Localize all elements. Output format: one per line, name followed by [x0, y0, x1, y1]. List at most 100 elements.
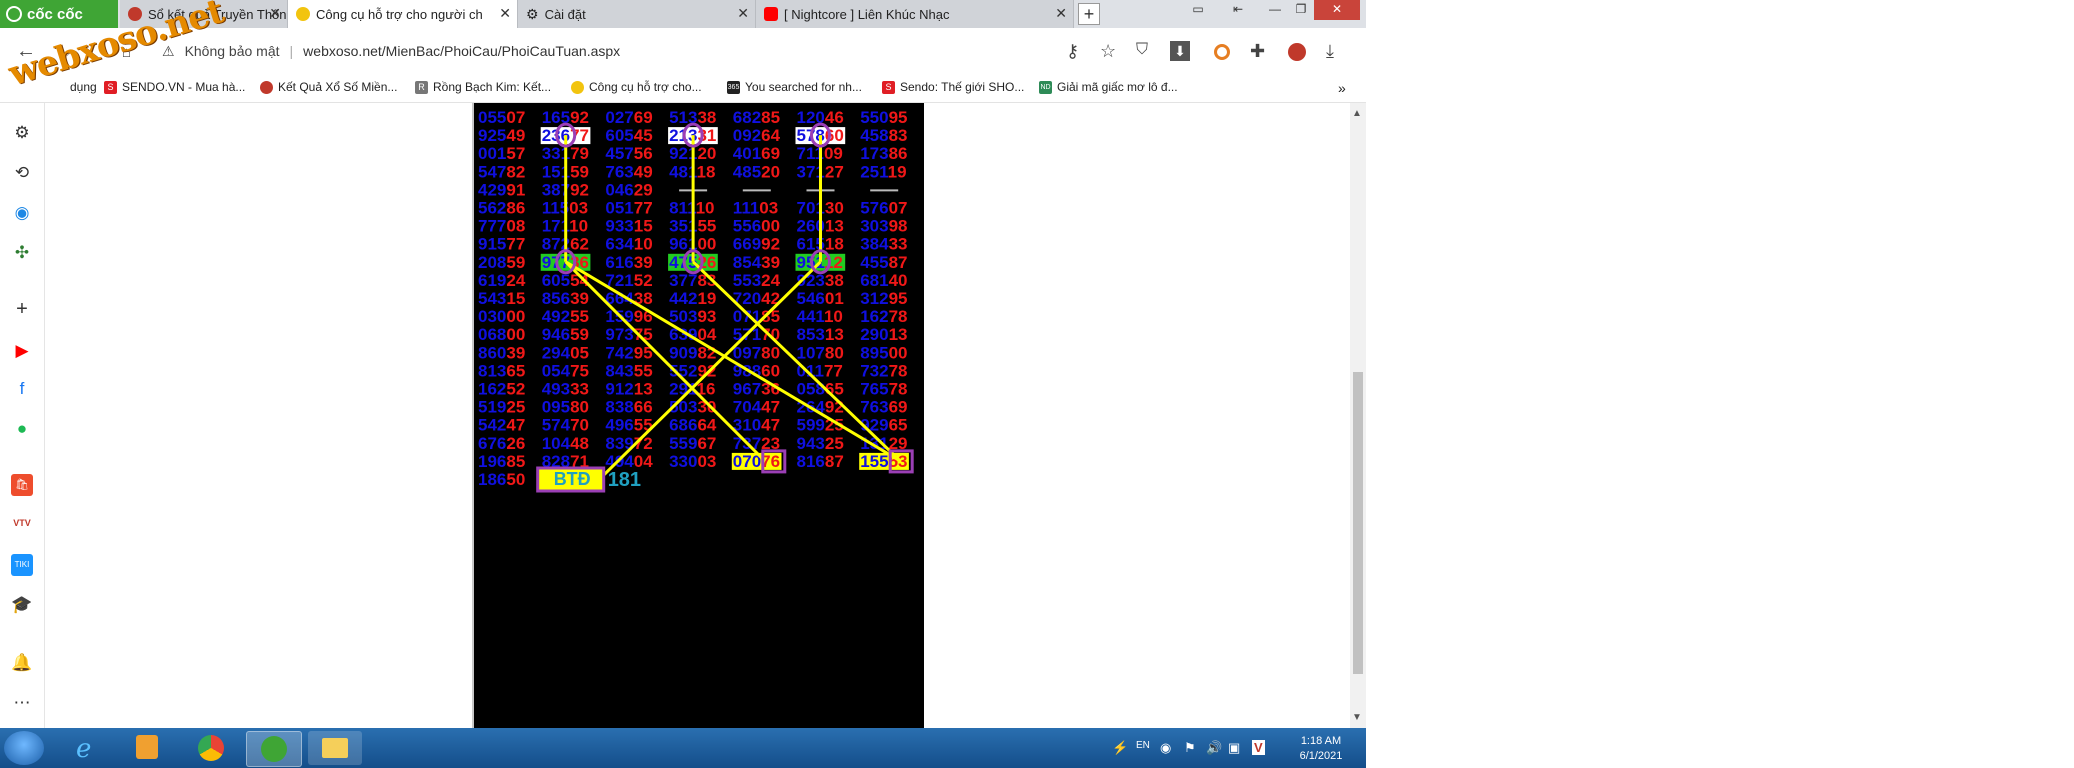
board-number: 45587 — [860, 253, 907, 272]
new-tab-button[interactable]: + — [1078, 3, 1100, 25]
board-number: 06800 — [478, 325, 525, 344]
media-player-taskbar-icon[interactable] — [120, 731, 174, 765]
key-icon[interactable]: ⚷ — [1066, 41, 1079, 62]
close-tab-icon[interactable]: ✕ — [737, 5, 749, 22]
bookmarks-overflow-button[interactable]: » — [1338, 80, 1346, 96]
bookmark-ket-qua[interactable]: Kết Quả Xổ Số Miền... — [260, 80, 397, 94]
sendo-icon: S — [882, 80, 895, 94]
board-number: 70447 — [733, 398, 780, 417]
add-sidebar-item-icon[interactable]: + — [11, 298, 33, 320]
bookmark-sendo-the-gioi[interactable]: S Sendo: Thế giới SHO... — [882, 80, 1024, 94]
board-number: 92965 — [860, 416, 907, 435]
maximize-button[interactable]: ❐ — [1288, 0, 1314, 20]
board-number: 81687 — [797, 452, 844, 471]
bookmark-label: Kết Quả Xổ Số Miền... — [278, 80, 398, 94]
download-page-icon[interactable]: ⬇ — [1170, 41, 1190, 61]
scroll-up-arrow[interactable]: ▲ — [1352, 108, 1362, 119]
gamepad-icon[interactable]: ✣ — [11, 242, 33, 264]
ie-taskbar-icon[interactable]: ℯ — [62, 731, 116, 765]
security-label: Không bảo mật — [184, 43, 280, 59]
board-number: 01177 — [797, 361, 843, 380]
scrollbar-thumb[interactable] — [1353, 372, 1363, 674]
board-number: 05177 — [605, 199, 652, 218]
education-icon[interactable]: 🎓 — [11, 594, 33, 616]
coccoc-icon — [261, 736, 287, 762]
board-number: 31047 — [733, 416, 780, 435]
bookmark-sendo-vn[interactable]: S SENDO.VN - Mua hà... — [104, 80, 245, 94]
display-tray-icon[interactable]: ▣ — [1228, 740, 1240, 756]
vtv-icon[interactable]: VTV — [11, 512, 33, 534]
board-number: 56286 — [478, 199, 525, 218]
sidebar — [0, 103, 45, 728]
chrome-taskbar-icon[interactable] — [184, 731, 238, 765]
bookmark-label: Sendo: Thế giới SHO... — [900, 80, 1025, 94]
spotify-icon[interactable]: ● — [11, 418, 33, 440]
downloads-icon[interactable]: ⤓ — [1326, 41, 1334, 62]
board-number: 72152 — [605, 271, 652, 290]
close-tab-icon[interactable]: ✕ — [499, 5, 511, 22]
shield-icon[interactable]: ⛉ — [1136, 41, 1148, 59]
board-number: 38433 — [860, 235, 907, 254]
board-number: 55324 — [733, 271, 781, 290]
more-icon[interactable]: ⋯ — [11, 692, 33, 714]
history-icon[interactable]: ⟲ — [11, 162, 33, 184]
messenger-icon[interactable]: ◉ — [11, 202, 33, 224]
close-tab-icon[interactable]: ✕ — [269, 5, 281, 22]
explorer-taskbar-icon[interactable] — [308, 731, 362, 765]
profile-avatar-icon[interactable] — [1288, 43, 1306, 61]
back-to-tab-icon[interactable]: ⇤ — [1225, 0, 1251, 20]
bookmark-cong-cu[interactable]: Công cụ hỗ trợ cho... — [571, 80, 702, 94]
keyboard-tray-icon[interactable]: EN — [1136, 740, 1150, 751]
bookmark-giai-ma[interactable]: ND Giải mã giấc mơ lô đ... — [1039, 80, 1178, 94]
board-number: 93315 — [605, 217, 652, 236]
tiki-icon[interactable]: TIKI — [11, 554, 33, 576]
bookmark-apps[interactable]: dụng — [70, 80, 97, 94]
bookmark-star-icon[interactable]: ☆ — [1100, 41, 1116, 62]
ie-icon: ℯ — [76, 733, 92, 763]
close-window-button[interactable]: ✕ — [1314, 0, 1360, 20]
app-tray-icon[interactable]: ◉ — [1160, 740, 1171, 756]
board-number: 60545 — [605, 126, 652, 145]
volume-tray-icon[interactable]: 🔊 — [1206, 740, 1222, 756]
youtube-icon[interactable]: ▶ — [11, 340, 33, 362]
tab-cai-dat[interactable]: ⚙ Cài đặt ✕ — [518, 0, 756, 28]
board-number: 57607 — [860, 199, 907, 218]
board-number: 54782 — [478, 162, 525, 181]
minimize-button[interactable]: — — [1262, 0, 1288, 20]
board-number: 10780 — [797, 343, 844, 362]
tab-cong-cu[interactable]: Công cụ hỗ trợ cho người ch ✕ — [288, 0, 518, 28]
board-number: 10448 — [542, 434, 589, 453]
notification-bell-icon[interactable]: 🔔 — [11, 652, 33, 674]
bookmark-label: dụng — [70, 80, 97, 94]
capture-icon[interactable]: ▭ — [1185, 0, 1211, 20]
tab-nightcore[interactable]: [ Nightcore ] Liên Khúc Nhạc ✕ — [756, 0, 1074, 28]
network-tray-icon[interactable]: ⚡ — [1112, 740, 1128, 756]
coccoc-taskbar-icon[interactable] — [246, 731, 302, 767]
clock-time: 1:18 AM — [1300, 735, 1342, 747]
omnibox[interactable]: ⚠ Không bảo mật | webxoso.net/MienBac/Ph… — [162, 37, 1032, 65]
coccoc-menu-button[interactable]: cốc cốc — [0, 0, 118, 28]
board-number: 61924 — [478, 271, 526, 290]
system-clock[interactable]: 1:18 AM 6/1/2021 — [1290, 734, 1352, 764]
clock-date: 6/1/2021 — [1299, 750, 1343, 762]
puzzle-icon[interactable]: ✚ — [1250, 41, 1265, 62]
bookmark-rong-bach-kim[interactable]: R Rồng Bạch Kim: Kết... — [415, 80, 551, 94]
shopee-icon[interactable]: 🛍 — [11, 474, 33, 496]
bookmark-you-searched[interactable]: 365 You searched for nh... — [727, 80, 862, 94]
board-number: 45756 — [605, 144, 652, 163]
scroll-down-arrow[interactable]: ▼ — [1352, 712, 1362, 723]
facebook-icon[interactable]: f — [11, 378, 33, 400]
start-button[interactable] — [4, 731, 44, 765]
board-number: 57470 — [542, 416, 589, 435]
close-tab-icon[interactable]: ✕ — [1055, 5, 1067, 22]
flag-tray-icon[interactable]: ⚑ — [1184, 740, 1196, 756]
unikey-tray-icon[interactable]: V — [1252, 740, 1265, 755]
board-number: 91577 — [478, 235, 525, 254]
screen: cốc cốc Sổ kết quả Truyền Thống - T ✕ Cô… — [0, 0, 1366, 768]
coccoc-extension-icon[interactable] — [1214, 44, 1230, 60]
settings-gear-icon[interactable]: ⚙ — [11, 122, 33, 144]
board-number: 49333 — [542, 380, 589, 399]
tab-label: [ Nightcore ] Liên Khúc Nhạc — [784, 6, 950, 22]
board-number: 40169 — [733, 144, 780, 163]
board-number: 94659 — [542, 325, 589, 344]
